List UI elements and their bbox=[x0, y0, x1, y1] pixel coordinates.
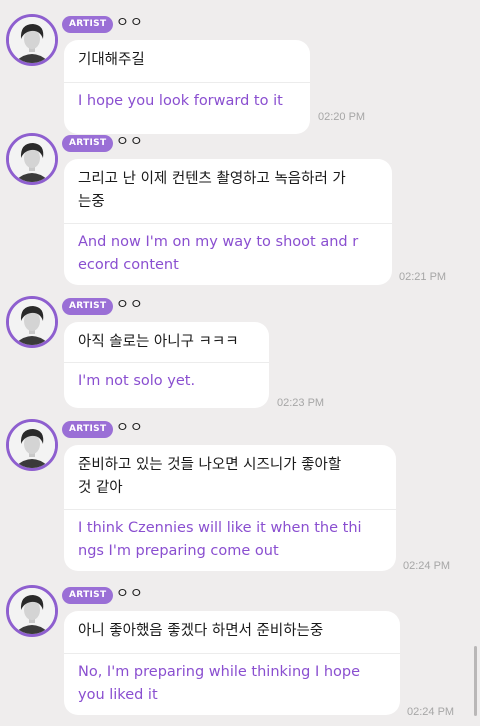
profile-photo bbox=[9, 588, 55, 634]
artist-badge: ARTIST bbox=[62, 587, 114, 604]
message-timestamp: 02:24 PM bbox=[407, 706, 455, 718]
message-timestamp: 02:24 PM bbox=[403, 560, 451, 572]
message-text-korean: 아니 좋아했음 좋겠다 하면서 준비하는중 bbox=[78, 623, 324, 639]
translation-divider bbox=[64, 509, 396, 510]
sender-name: ㅇㅇ bbox=[116, 297, 144, 313]
artist-badge: ARTIST bbox=[62, 298, 114, 315]
artist-badge: ARTIST bbox=[62, 421, 114, 438]
avatar[interactable] bbox=[6, 14, 58, 66]
message-text-translation: No, I'm preparing while thinking I hope … bbox=[78, 664, 361, 703]
message-timestamp: 02:20 PM bbox=[318, 111, 366, 123]
artist-badge: ARTIST bbox=[62, 16, 114, 33]
message-bubble[interactable]: 준비하고 있는 것들 나오면 시즈니가 좋아할 것 같아 I think Cze… bbox=[64, 445, 396, 571]
avatar[interactable] bbox=[6, 585, 58, 637]
message-bubble[interactable]: 아직 솔로는 아니구 ㅋㅋㅋ I'm not solo yet. bbox=[64, 322, 269, 408]
message-bubble[interactable]: 아니 좋아했음 좋겠다 하면서 준비하는중 No, I'm preparing … bbox=[64, 611, 400, 715]
translation-divider bbox=[64, 223, 392, 224]
avatar[interactable] bbox=[6, 133, 58, 185]
message-text-translation: I'm not solo yet. bbox=[78, 373, 196, 389]
sender-name: ㅇㅇ bbox=[116, 15, 144, 31]
sender-name: ㅇㅇ bbox=[116, 420, 144, 436]
scrollbar[interactable] bbox=[474, 646, 477, 716]
profile-photo bbox=[9, 17, 55, 63]
message-timestamp: 02:23 PM bbox=[277, 397, 325, 409]
translation-divider bbox=[64, 82, 310, 83]
profile-photo bbox=[9, 136, 55, 182]
avatar[interactable] bbox=[6, 296, 58, 348]
sender-name: ㅇㅇ bbox=[116, 134, 144, 150]
avatar[interactable] bbox=[6, 419, 58, 471]
message-bubble[interactable]: 그리고 난 이제 컨텐츠 촬영하고 녹음하러 가 는중 And now I'm … bbox=[64, 159, 392, 285]
translation-divider bbox=[64, 362, 269, 363]
sender-name: ㅇㅇ bbox=[116, 586, 144, 602]
translation-divider bbox=[64, 653, 400, 654]
message-text-korean: 기대해주길 bbox=[78, 52, 145, 68]
profile-photo bbox=[9, 299, 55, 345]
profile-photo bbox=[9, 422, 55, 468]
artist-badge: ARTIST bbox=[62, 135, 114, 152]
message-text-translation: And now I'm on my way to shoot and r eco… bbox=[78, 234, 359, 273]
message-bubble[interactable]: 기대해주길 I hope you look forward to it bbox=[64, 40, 310, 134]
message-text-korean: 아직 솔로는 아니구 ㅋㅋㅋ bbox=[78, 334, 239, 350]
message-text-korean: 그리고 난 이제 컨텐츠 촬영하고 녹음하러 가 는중 bbox=[78, 171, 346, 210]
message-text-korean: 준비하고 있는 것들 나오면 시즈니가 좋아할 것 같아 bbox=[78, 457, 342, 496]
message-text-translation: I think Czennies will like it when the t… bbox=[78, 520, 362, 559]
message-timestamp: 02:21 PM bbox=[399, 271, 447, 283]
message-text-translation: I hope you look forward to it bbox=[78, 93, 283, 109]
